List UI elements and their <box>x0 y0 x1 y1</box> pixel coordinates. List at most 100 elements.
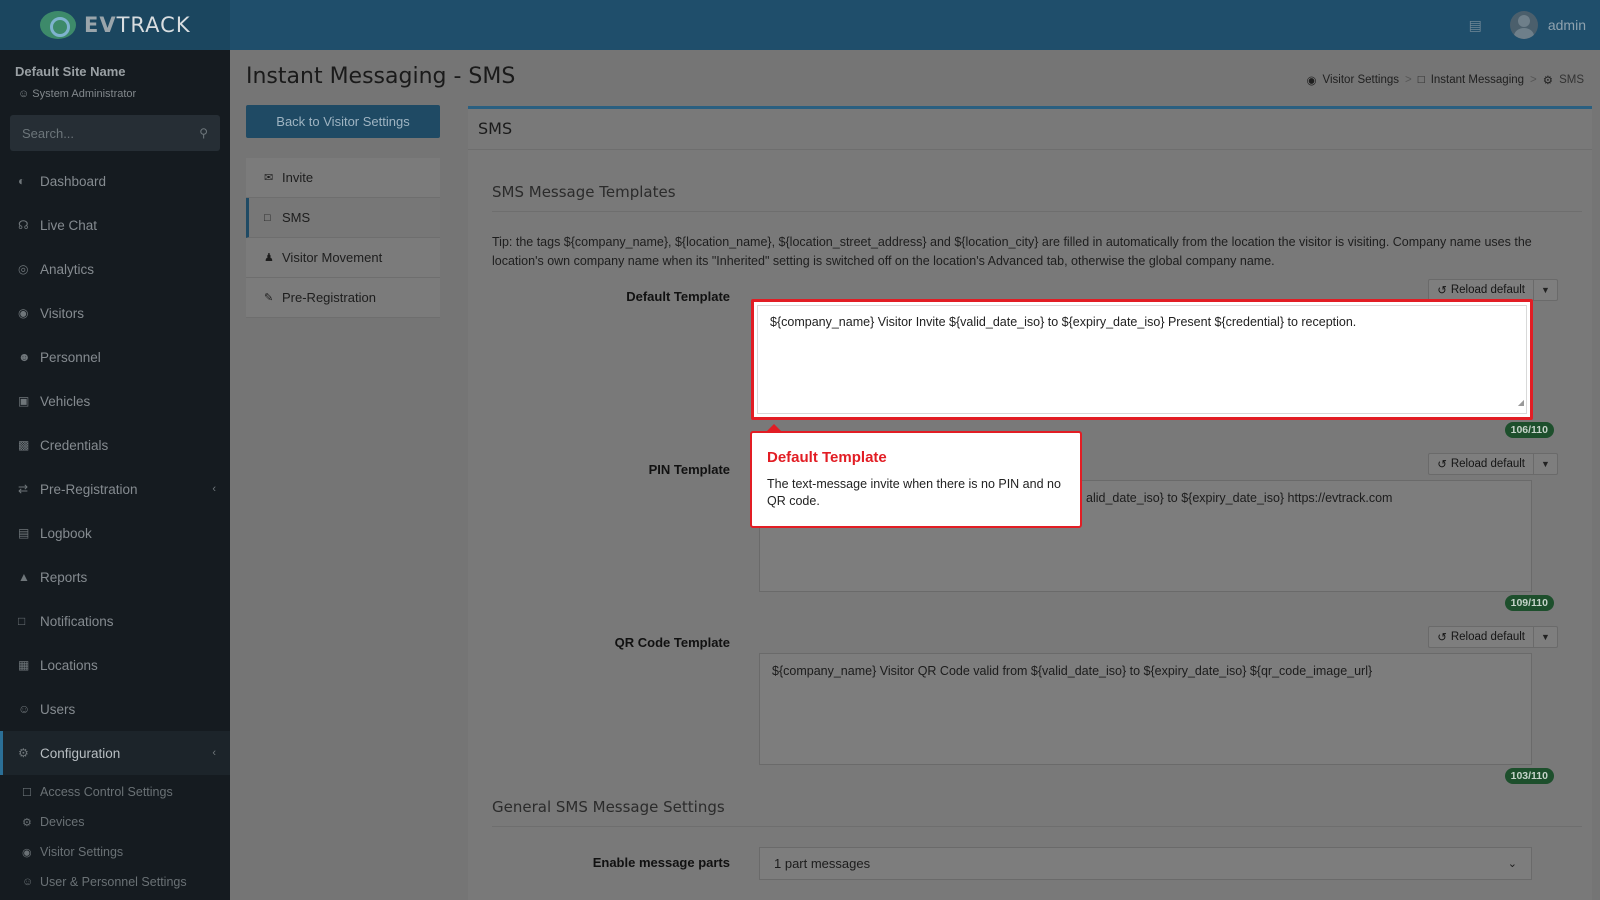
default-template-reload-dropdown[interactable]: ▼ <box>1534 279 1558 301</box>
envelope-icon: ✉ <box>264 172 274 184</box>
undo-icon: ↺ <box>1437 459 1447 471</box>
book-icon[interactable]: ▤ <box>1469 17 1482 34</box>
breadcrumb-visitor-settings[interactable]: Visitor Settings <box>1323 74 1400 86</box>
subnav-item-pre-registration[interactable]: ✎ Pre-Registration <box>246 278 440 318</box>
configuration-submenu: ☐ Access Control Settings ⚙ Devices ◉ Visit… <box>0 775 230 897</box>
caret-down-icon: ▼ <box>1541 632 1550 642</box>
sidebar-subitem-devices[interactable]: ⚙ Devices <box>0 807 230 837</box>
sidebar-item-locations[interactable]: ▦ Locations <box>0 643 230 687</box>
user-edit-icon: ✎ <box>264 292 274 304</box>
target-icon: ◎ <box>18 262 29 276</box>
arrows-icon: ⇄ <box>18 482 29 496</box>
eye-icon: ◉ <box>22 846 32 859</box>
pin-template-reload-button[interactable]: ↺ Reload default <box>1428 453 1534 475</box>
popover-title: Default Template <box>767 449 887 466</box>
qr-template-counter: 103/110 <box>1504 768 1554 784</box>
subnav-item-invite[interactable]: ✉ Invite <box>246 158 440 198</box>
comment-icon: □ <box>1417 74 1425 86</box>
chevron-left-icon: ‹ <box>212 483 216 495</box>
sidebar-item-live-chat[interactable]: ☊ Live Chat <box>0 203 230 247</box>
chart-icon: ▲ <box>18 570 30 584</box>
walking-icon: ♟ <box>264 252 274 264</box>
user-name[interactable]: admin <box>1548 17 1586 33</box>
sidebar: Default Site Name ☺ System Administrator… <box>0 50 230 900</box>
sidebar-item-vehicles[interactable]: ▣ Vehicles <box>0 379 230 423</box>
default-template-reload-group: ↺ Reload default ▼ <box>1428 279 1558 301</box>
eye-icon: ◉ <box>1306 75 1317 87</box>
logo[interactable]: EVTRACK <box>0 0 230 50</box>
sidebar-item-notifications[interactable]: □ Notifications <box>0 599 230 643</box>
sidebar-item-dashboard[interactable]: ◐ Dashboard <box>0 159 230 203</box>
breadcrumb-separator: > <box>1530 74 1537 86</box>
headset-icon: ☊ <box>18 218 29 232</box>
popover-body: The text-message invite when there is no… <box>767 477 1061 508</box>
sidebar-item-configuration[interactable]: ⚙ Configuration ‹ <box>0 731 230 775</box>
sidebar-item-logbook[interactable]: ▤ Logbook <box>0 511 230 555</box>
sidebar-subitem-access-control-settings[interactable]: ☐ Access Control Settings <box>0 777 230 807</box>
message-parts-label: Enable message parts <box>592 855 730 870</box>
user-role: ☺ System Administrator <box>18 88 137 100</box>
sidebar-subitem-user-personnel-settings[interactable]: ☺ User & Personnel Settings <box>0 867 230 897</box>
search-icon[interactable]: ⚲ <box>199 126 208 140</box>
id-card-icon: ▩ <box>18 438 30 452</box>
comment-icon: □ <box>264 211 271 224</box>
undo-icon: ↺ <box>1437 632 1447 644</box>
qr-template-reload-button[interactable]: ↺ Reload default <box>1428 626 1534 648</box>
breadcrumb: ◉ Visitor Settings > □ Instant Messaging… <box>1306 73 1584 87</box>
qr-template-textarea[interactable]: ${company_name} Visitor QR Code valid fr… <box>759 653 1532 765</box>
sidebar-item-credentials[interactable]: ▩ Credentials <box>0 423 230 467</box>
section-title-templates: SMS Message Templates <box>492 183 676 201</box>
sidebar-item-users[interactable]: ☺ Users <box>0 687 230 731</box>
car-icon: ▣ <box>18 394 30 408</box>
sidebar-subitem-visitor-settings[interactable]: ◉ Visitor Settings <box>0 837 230 867</box>
users-icon: ☺ <box>18 702 31 716</box>
default-template-label: Default Template <box>626 289 730 304</box>
site-name: Default Site Name <box>15 64 126 79</box>
chip-icon: ⚙ <box>22 816 32 829</box>
help-popover: Default Template The text-message invite… <box>750 424 1082 528</box>
chevron-down-icon: ⌄ <box>1507 858 1517 870</box>
default-template-counter: 106/110 <box>1504 422 1554 438</box>
pin-template-reload-group: ↺ Reload default ▼ <box>1428 453 1558 475</box>
user-icon: ☺ <box>22 876 34 888</box>
resize-handle-icon[interactable]: ◢ <box>1518 394 1524 411</box>
default-template-reload-button[interactable]: ↺ Reload default <box>1428 279 1534 301</box>
chevron-left-icon: ‹ <box>212 747 216 759</box>
pin-template-label: PIN Template <box>648 462 730 477</box>
pin-template-reload-dropdown[interactable]: ▼ <box>1534 453 1558 475</box>
sidebar-item-reports[interactable]: ▲ Reports <box>0 555 230 599</box>
user-icon: ☺ <box>18 88 30 100</box>
qr-template-reload-dropdown[interactable]: ▼ <box>1534 626 1558 648</box>
undo-icon: ↺ <box>1437 285 1447 297</box>
breadcrumb-instant-messaging[interactable]: Instant Messaging <box>1431 74 1524 86</box>
avatar[interactable] <box>1509 11 1538 39</box>
divider <box>492 826 1582 827</box>
default-template-highlight: ${company_name} Visitor Invite ${valid_d… <box>751 299 1533 420</box>
breadcrumb-separator: > <box>1405 74 1412 86</box>
card-title: SMS <box>468 109 1592 150</box>
dashboard-icon: ◐ <box>18 174 26 188</box>
back-to-visitor-settings-button[interactable]: Back to Visitor Settings <box>246 105 440 138</box>
sidebar-item-personnel[interactable]: ☻ Personnel <box>0 335 230 379</box>
messaging-subnav: ✉ Invite □ SMS ♟ Visitor Movement ✎ Pre-Regi… <box>246 158 440 318</box>
book-icon: ▤ <box>18 526 30 540</box>
caret-down-icon: ▼ <box>1541 285 1550 295</box>
subnav-item-sms[interactable]: □ SMS <box>246 198 440 238</box>
eye-icon: ◉ <box>18 306 29 320</box>
building-icon: ▦ <box>18 658 30 672</box>
user-gear-icon: ☻ <box>18 350 31 364</box>
sidebar-nav: ◐ Dashboard ☊ Live Chat ◎ Analytics ◉ Visito… <box>0 159 230 897</box>
sidebar-item-pre-registration[interactable]: ⇄ Pre-Registration ‹ <box>0 467 230 511</box>
divider <box>492 211 1582 212</box>
sidebar-item-analytics[interactable]: ◎ Analytics <box>0 247 230 291</box>
section-title-general: General SMS Message Settings <box>492 798 725 816</box>
default-template-textarea[interactable]: ${company_name} Visitor Invite ${valid_d… <box>757 305 1527 414</box>
caret-down-icon: ▼ <box>1541 459 1550 469</box>
page-title: Instant Messaging - SMS <box>246 64 516 89</box>
message-parts-select[interactable]: 1 part messages ⌄ <box>759 847 1532 880</box>
logo-mark-icon <box>40 11 76 39</box>
sidebar-item-visitors[interactable]: ◉ Visitors <box>0 291 230 335</box>
search-input[interactable] <box>22 125 172 141</box>
subnav-item-visitor-movement[interactable]: ♟ Visitor Movement <box>246 238 440 278</box>
top-bar: EVTRACK ▤ admin <box>0 0 1600 50</box>
